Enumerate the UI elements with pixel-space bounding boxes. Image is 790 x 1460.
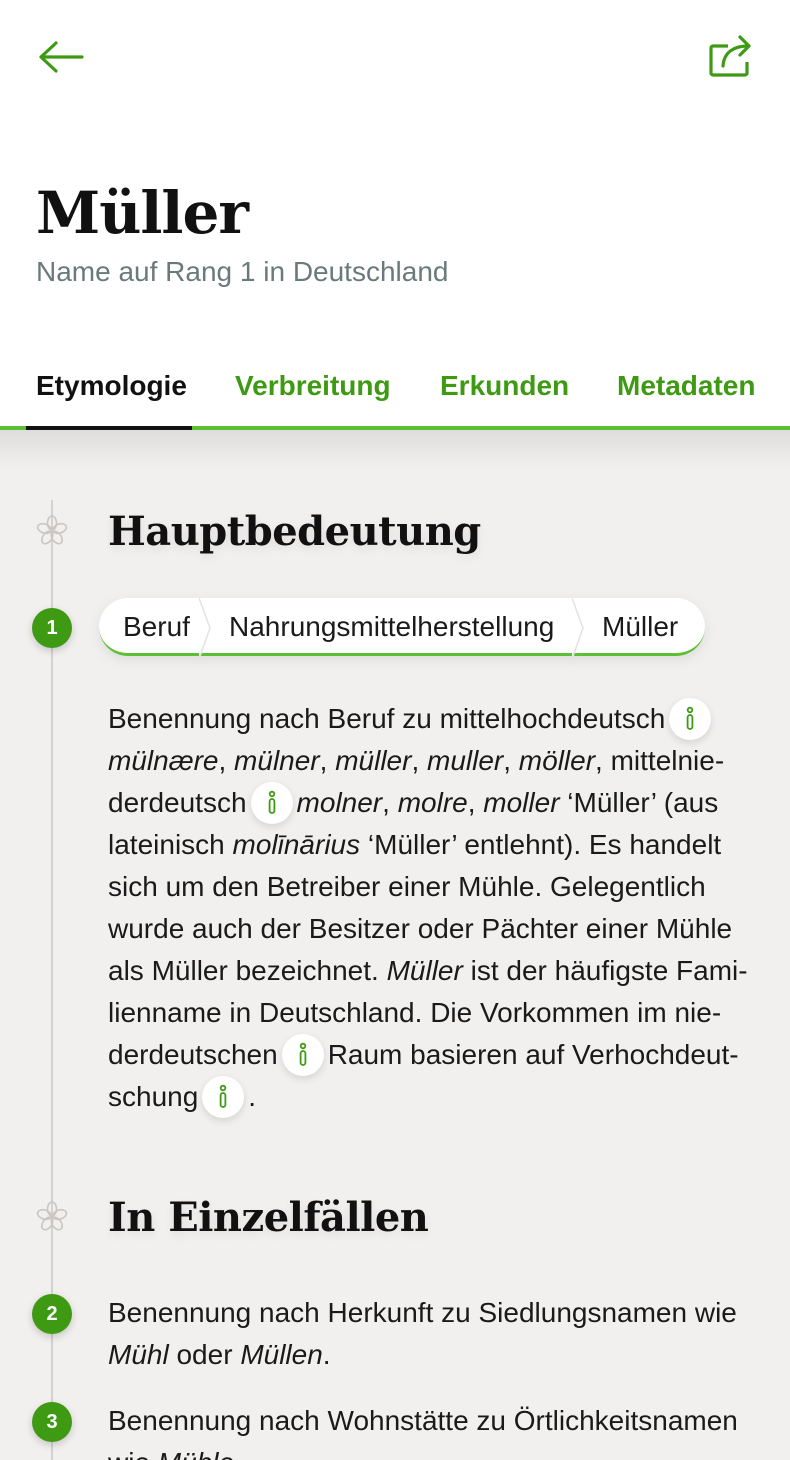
page-title: Müller <box>36 179 249 247</box>
meaning-text: Benennung nach Herkunft zu Siedlungsname… <box>108 1297 737 1370</box>
breadcrumb-item-beruf[interactable]: Beruf <box>99 598 205 656</box>
share-icon <box>709 35 751 77</box>
flower-icon <box>36 515 68 545</box>
page-subtitle: Name auf Rang 1 in Deutschland <box>36 256 449 287</box>
breadcrumb-separator <box>572 598 584 659</box>
meaning-number-badge: 2 <box>32 1294 72 1334</box>
tab-erkunden[interactable]: Erkunden <box>440 356 569 428</box>
breadcrumb-separator <box>199 598 211 659</box>
meaning-text: Benennung nach Wohnstätte zu Örtlichkeit… <box>108 1405 738 1460</box>
category-breadcrumb: Beruf Nahrungsmittelherstellung Müller <box>99 598 705 660</box>
flower-icon <box>36 1201 68 1231</box>
info-icon <box>686 706 694 730</box>
info-icon <box>219 1084 227 1108</box>
breadcrumb-item-mueller[interactable]: Müller <box>578 598 705 656</box>
share-button[interactable] <box>704 32 756 82</box>
meaning-text: Benennung nach Beruf zu mittelhochdeutsc… <box>108 697 758 1118</box>
arrow-left-icon <box>39 41 84 73</box>
tab-verbreitung[interactable]: Verbreitung <box>235 356 391 428</box>
section-heading-single-cases: In Einzelfällen <box>108 1194 429 1241</box>
info-button[interactable] <box>669 697 712 740</box>
page: Müller Name auf Rang 1 in Deutschland Et… <box>0 0 790 1460</box>
info-button[interactable] <box>250 781 293 824</box>
breadcrumb-item-nahrungsmittelherstellung[interactable]: Nahrungsmittelherstellung <box>205 598 578 656</box>
tab-etymologie[interactable]: Etymologie <box>36 356 187 428</box>
info-icon <box>299 1042 306 1066</box>
header: Müller Name auf Rang 1 in Deutschland Et… <box>0 0 790 430</box>
meaning-number-badge: 1 <box>32 608 72 648</box>
header-shadow <box>0 430 790 470</box>
info-button[interactable] <box>202 1075 245 1118</box>
meaning-number-badge: 3 <box>32 1402 72 1442</box>
tab-bar: Etymologie Verbreitung Erkunden Metadate… <box>0 356 790 430</box>
info-button[interactable] <box>281 1033 324 1076</box>
tab-metadaten[interactable]: Metadaten <box>617 356 755 428</box>
back-button[interactable] <box>36 38 88 78</box>
info-icon <box>268 790 275 814</box>
section-heading-main: Hauptbedeutung <box>108 508 481 555</box>
